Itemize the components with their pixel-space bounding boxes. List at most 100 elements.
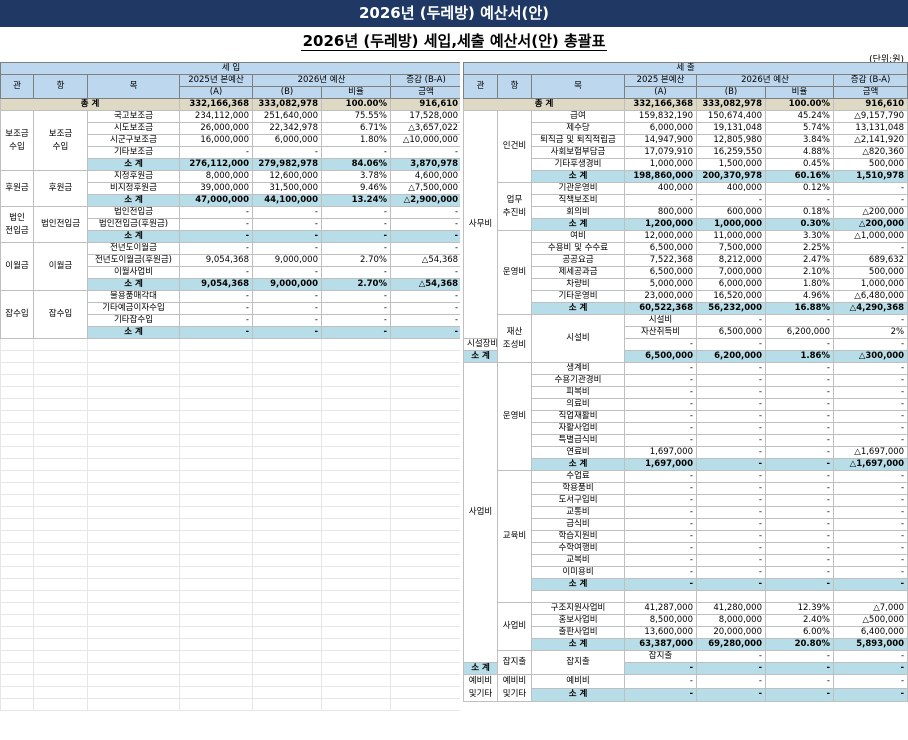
empty-cell [33,698,88,711]
empty-cell [389,398,463,411]
empty-cell [0,698,34,711]
ratio-cell: - [765,482,834,495]
ratio-cell: - [765,494,834,507]
curr-cell: - [696,458,766,471]
empty-cell [33,602,88,615]
mok-cell [531,590,625,603]
empty-row [0,350,463,363]
ratio-cell: - [765,386,834,399]
diff-cell: △7,500,000 [389,182,463,195]
prev-cell: 26,000,000 [179,122,253,135]
mok-cell: 이미용비 [531,566,625,579]
prev-cell: 5,000,000 [624,278,697,291]
diff-cell: △3,657,022 [389,122,463,135]
mok-cell: 피복비 [531,386,625,399]
empty-cell [321,566,391,579]
ratio-cell: - [321,242,391,255]
curr-cell: - [696,386,766,399]
empty-cell [33,662,88,675]
empty-cell [87,674,180,687]
curr-cell: 400,000 [696,182,766,195]
mok-cell: 구조지원사업비 [531,602,625,615]
empty-cell [179,434,253,447]
ratio-cell: 3.78% [321,170,391,183]
curr-cell: - [696,554,766,567]
mok-cell: 수용기관경비 [531,374,625,387]
header-curr-sub: (B) [252,86,322,99]
empty-cell [389,386,463,399]
curr-cell: - [765,314,834,327]
mok-cell: 차량비 [531,278,625,291]
ratio-cell: - [321,302,391,315]
empty-cell [0,638,34,651]
ratio-cell: 13.24% [321,194,391,207]
empty-cell [0,470,34,483]
empty-cell [179,458,253,471]
prev-cell: - [624,482,697,495]
mok-cell: 시도보조금 [87,122,180,135]
ratio-cell: - [765,458,834,471]
empty-cell [252,554,322,567]
empty-cell [87,374,180,387]
empty-cell [33,458,88,471]
hang-cell: 후원금 [33,170,88,207]
prev-cell: - [179,326,253,339]
mok-cell: 소 계 [531,578,625,591]
empty-cell [321,662,391,675]
total-curr: 333,082,978 [252,98,322,111]
expense-body: 사무비 인건비 급여 159,832,190 150,674,400 45.24% △9,1… [463,110,908,702]
curr-cell: 69,280,000 [696,638,766,651]
empty-cell [87,494,180,507]
ratio-cell: - [765,362,834,375]
empty-cell [252,434,322,447]
empty-cell [321,506,391,519]
ratio-cell: - [765,578,834,591]
empty-cell [389,410,463,423]
ratio-cell: - [832,650,908,663]
prev-cell: 800,000 [624,206,697,219]
curr-cell: 16,520,000 [696,290,766,303]
ratio-cell: 1.80% [321,134,391,147]
diff-cell: - [832,506,908,519]
empty-cell [179,446,253,459]
empty-cell [252,698,322,711]
empty-cell [0,350,34,363]
gwan-cell: 사무비 [463,110,498,339]
curr-cell: - [252,314,322,327]
diff-cell: - [832,242,908,255]
mok-cell: 연료비 [531,446,625,459]
empty-cell [252,530,322,543]
diff-cell: △300,000 [832,350,908,363]
curr-cell: - [252,206,322,219]
curr-cell: - [252,302,322,315]
prev-cell: 276,112,000 [179,158,253,171]
empty-cell [33,386,88,399]
prev-cell: 1,697,000 [624,458,697,471]
diff-cell: 4,600,000 [389,170,463,183]
total-diff: 916,610 [389,98,463,111]
empty-row [0,650,463,663]
diff-cell: - [389,230,463,243]
curr-cell: - [696,566,766,579]
ratio-cell: - [765,374,834,387]
empty-cell [389,554,463,567]
mok-cell: 법인전입금(후원금) [87,218,180,231]
empty-cell [252,686,322,699]
diff-cell: - [389,242,463,255]
empty-cell [87,566,180,579]
diff-cell: 5,893,000 [832,638,908,651]
prev-cell: - [624,386,697,399]
expense-table: 세 출 관 항 목 2025 본예산 2026년 예산 증감 (B-A) (A)… [462,62,908,702]
empty-cell [321,614,391,627]
curr-cell: - [696,518,766,531]
gwan-cell: 재산 조성비 [497,314,532,363]
total-ratio: 100.00% [765,98,834,111]
empty-cell [87,662,180,675]
empty-cell [0,602,34,615]
table-row: 후원금 후원금 지정후원금 8,000,000 12,600,000 3.78% 4,600… [0,170,463,207]
empty-cell [252,458,322,471]
hang-cell: 이월금 [33,242,88,291]
mok-cell: 생계비 [531,362,625,375]
diff-cell: - [389,290,463,303]
mok-cell: 의료비 [531,398,625,411]
